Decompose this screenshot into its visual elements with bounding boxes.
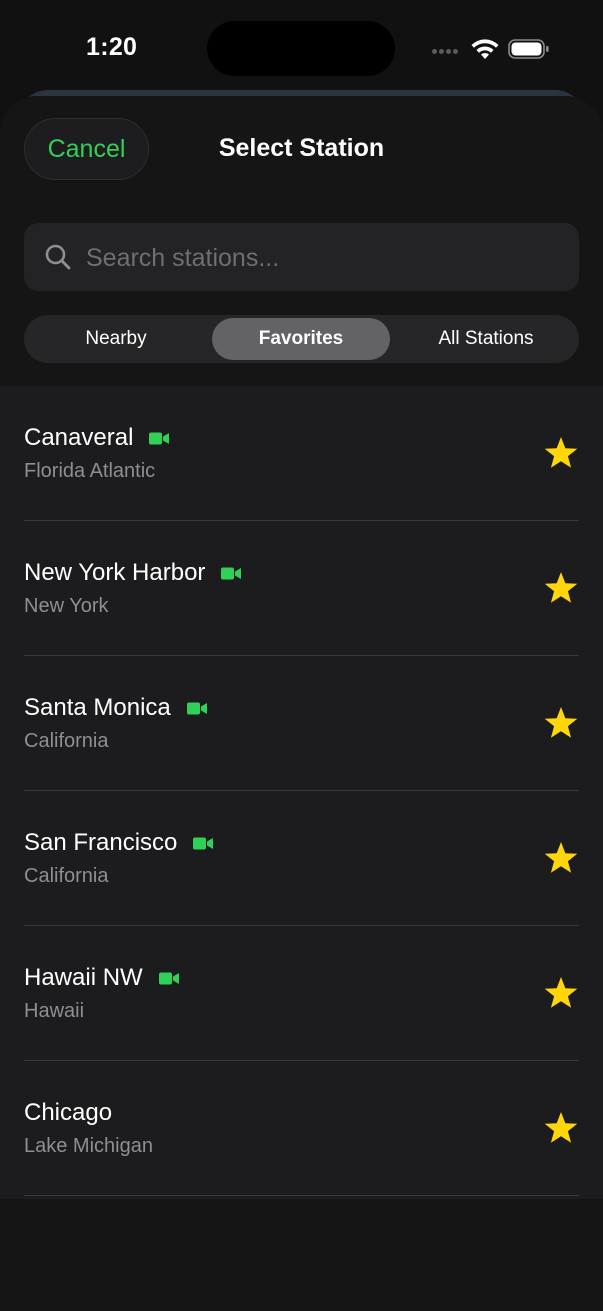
search-icon <box>45 244 71 270</box>
video-camera-icon <box>186 702 207 714</box>
video-camera-icon <box>221 567 242 579</box>
page-title: Select Station <box>218 134 385 162</box>
station-name-line: San Francisco <box>24 829 214 857</box>
station-name-line: Chicago <box>24 1099 112 1127</box>
station-name: San Francisco <box>24 829 178 856</box>
battery-icon <box>508 39 549 59</box>
status-time: 1:20 <box>86 33 138 61</box>
video-camera-icon <box>158 972 179 984</box>
sheet-header: Cancel Select Station Nearby Favorites A… <box>0 96 603 386</box>
station-name: Santa Monica <box>24 694 171 721</box>
tab-favorites[interactable]: Favorites <box>212 318 390 360</box>
favorite-star-icon[interactable] <box>543 436 579 470</box>
status-bar: 1:20 <box>0 0 603 96</box>
favorite-star-icon[interactable] <box>543 841 579 875</box>
station-region: Lake Michigan <box>24 1135 153 1157</box>
station-region: California <box>24 730 109 752</box>
search-input[interactable] <box>84 223 568 293</box>
station-name: New York Harbor <box>24 559 206 586</box>
tab-all-stations[interactable]: All Stations <box>397 318 575 360</box>
list-item[interactable]: Canaveral Florida Atlantic <box>0 386 603 521</box>
station-name-line: New York Harbor <box>24 559 242 587</box>
tab-nearby[interactable]: Nearby <box>27 318 205 360</box>
video-camera-icon <box>149 432 170 444</box>
list-item[interactable]: San Francisco California <box>0 791 603 926</box>
divider <box>24 1195 579 1196</box>
favorite-star-icon[interactable] <box>543 571 579 605</box>
favorite-star-icon[interactable] <box>543 706 579 740</box>
search-field[interactable] <box>24 223 579 293</box>
station-name-line: Canaveral <box>24 424 170 452</box>
station-name: Hawaii NW <box>24 964 143 991</box>
list-item[interactable]: Santa Monica California <box>0 656 603 791</box>
station-region: New York <box>24 595 109 617</box>
station-filter-segmented-control: Nearby Favorites All Stations <box>24 315 579 363</box>
station-name: Chicago <box>24 1099 113 1126</box>
station-name: Canaveral <box>24 424 134 451</box>
station-region: Florida Atlantic <box>24 460 156 482</box>
station-name-line: Santa Monica <box>24 694 207 722</box>
station-region: Hawaii <box>24 1000 85 1022</box>
station-region: California <box>24 865 109 887</box>
wifi-icon <box>471 39 499 59</box>
list-item[interactable]: Chicago Lake Michigan <box>0 1061 603 1196</box>
list-item[interactable]: Hawaii NW Hawaii <box>0 926 603 1061</box>
sheet-bottom-space <box>0 1199 603 1311</box>
favorite-star-icon[interactable] <box>543 976 579 1010</box>
video-camera-icon <box>193 837 214 849</box>
station-picker-sheet: Cancel Select Station Nearby Favorites A… <box>0 96 603 1311</box>
favorite-star-icon[interactable] <box>543 1111 579 1145</box>
cellular-dots-icon <box>432 49 458 54</box>
station-list: Canaveral Florida Atlantic New York Harb… <box>0 386 603 1199</box>
station-name-line: Hawaii NW <box>24 964 179 992</box>
list-item[interactable]: New York Harbor New York <box>0 521 603 656</box>
dynamic-island <box>207 21 395 76</box>
